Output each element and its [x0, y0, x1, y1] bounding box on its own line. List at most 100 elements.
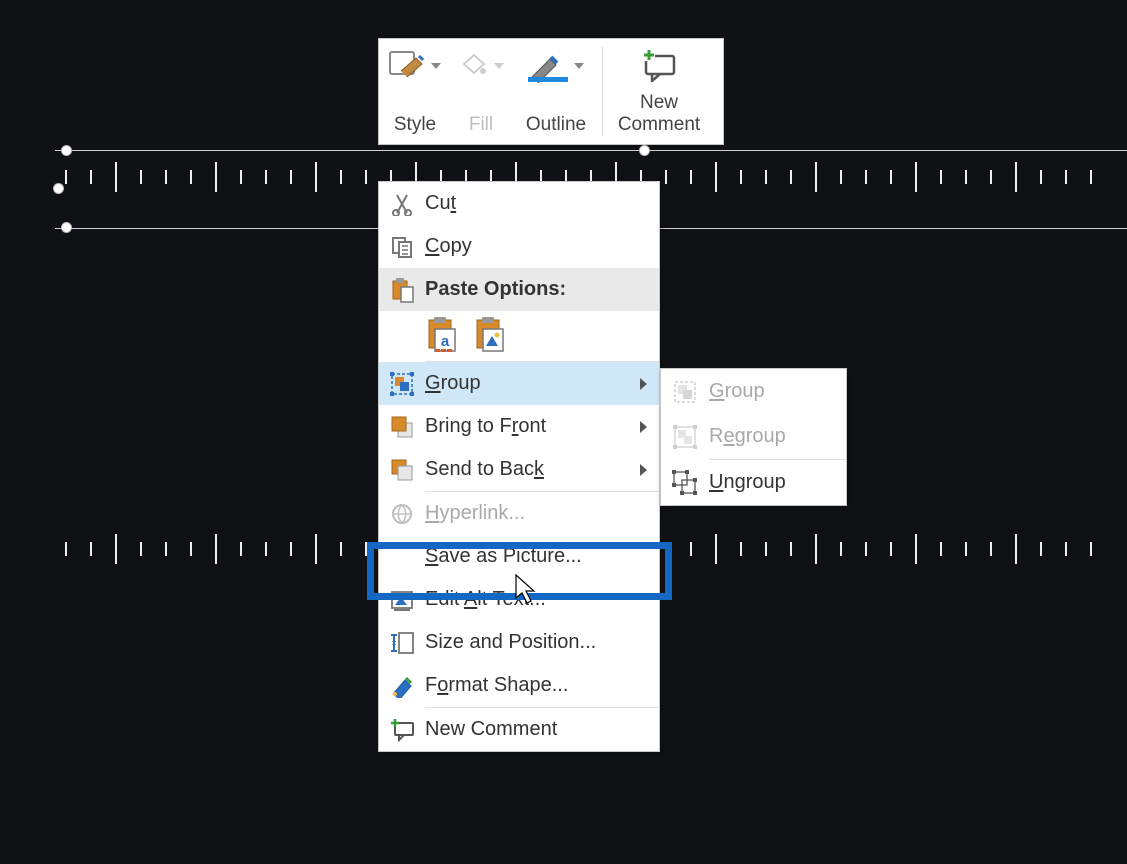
menu-item-format-shape[interactable]: Format Shape...: [379, 664, 659, 707]
ruler-tick: [140, 542, 142, 556]
ruler-tick: [115, 162, 117, 192]
ruler-tick: [915, 162, 917, 192]
context-menu: Cut Copy Paste Options: a: [378, 181, 660, 752]
size-position-icon: [379, 631, 425, 655]
menu-label: Send to Back: [425, 458, 659, 481]
ruler-tick: [865, 542, 867, 556]
outline-icon: [528, 49, 568, 83]
ruler-tick: [340, 170, 342, 184]
fill-icon: [458, 49, 488, 83]
menu-label: Group: [425, 372, 659, 395]
ruler-tick: [915, 534, 917, 564]
ruler-tick: [315, 534, 317, 564]
menu-label: New Comment: [425, 718, 659, 741]
submenu-arrow-icon: [640, 378, 647, 390]
ruler-tick: [190, 170, 192, 184]
ruler-tick: [815, 534, 817, 564]
outline-button[interactable]: Outline: [511, 39, 601, 144]
paste-picture-button[interactable]: [473, 316, 509, 356]
ruler-tick: [65, 542, 67, 556]
ruler-tick: [265, 170, 267, 184]
style-button[interactable]: Style: [379, 39, 451, 144]
submenu-item-ungroup[interactable]: Ungroup: [661, 460, 846, 505]
paste-icon: [379, 277, 425, 303]
ruler-tick: [240, 542, 242, 556]
paste-option-row: a: [379, 311, 659, 361]
ruler-tick: [115, 534, 117, 564]
submenu-label: Regroup: [709, 425, 846, 448]
selection-handle[interactable]: [53, 183, 64, 194]
dropdown-arrow-icon: [494, 63, 504, 69]
ruler-tick: [1065, 170, 1067, 184]
ruler-tick: [140, 170, 142, 184]
ruler-tick: [190, 542, 192, 556]
ruler-tick: [940, 542, 942, 556]
menu-item-group[interactable]: Group: [379, 362, 659, 405]
new-comment-button[interactable]: New Comment: [604, 39, 714, 144]
fill-label: Fill: [469, 114, 493, 136]
cut-icon: [379, 192, 425, 216]
bring-to-front-icon: [379, 415, 425, 439]
menu-label: Save as Picture...: [425, 545, 659, 568]
ruler-tick: [815, 162, 817, 192]
ruler-tick: [1015, 162, 1017, 192]
menu-item-send-to-back[interactable]: Send to Back: [379, 448, 659, 491]
group-submenu: Group Regroup Ungroup: [660, 368, 847, 506]
submenu-arrow-icon: [640, 464, 647, 476]
ruler-tick: [1090, 170, 1092, 184]
svg-text:a: a: [441, 333, 450, 350]
ruler-tick: [290, 170, 292, 184]
submenu-arrow-icon: [640, 421, 647, 433]
dropdown-arrow-icon: [431, 63, 441, 69]
ruler-tick: [1015, 534, 1017, 564]
menu-label: Format Shape...: [425, 674, 659, 697]
paste-keep-source-button[interactable]: a: [425, 316, 461, 356]
selection-handle[interactable]: [61, 145, 72, 156]
ruler-tick: [765, 542, 767, 556]
copy-icon: [379, 235, 425, 259]
outline-label: Outline: [526, 114, 586, 136]
ruler-tick: [740, 542, 742, 556]
menu-item-save-as-picture[interactable]: Save as Picture...: [379, 535, 659, 578]
ruler-tick: [240, 170, 242, 184]
submenu-item-group: Group: [661, 369, 846, 414]
mini-toolbar: Style Fill Outline: [378, 38, 724, 145]
new-comment-icon: [639, 49, 679, 83]
selection-handle[interactable]: [61, 222, 72, 233]
menu-label: Edit Alt Text...: [425, 588, 659, 611]
ruler-tick: [790, 170, 792, 184]
ruler-tick: [990, 542, 992, 556]
ruler-tick: [290, 542, 292, 556]
menu-item-size-and-position[interactable]: Size and Position...: [379, 621, 659, 664]
menu-label: Cut: [425, 192, 659, 215]
ruler-tick: [940, 170, 942, 184]
ruler-tick: [90, 542, 92, 556]
ruler-tick: [165, 170, 167, 184]
ruler-tick: [215, 534, 217, 564]
selection-handle[interactable]: [639, 145, 650, 156]
fill-button[interactable]: Fill: [451, 39, 511, 144]
group-icon: [379, 372, 425, 396]
submenu-label: Ungroup: [709, 471, 846, 494]
ruler-tick: [1040, 170, 1042, 184]
dropdown-arrow-icon: [574, 63, 584, 69]
ruler-tick: [365, 542, 367, 556]
ruler-tick: [965, 542, 967, 556]
ruler-tick: [665, 542, 667, 556]
ruler-tick: [990, 170, 992, 184]
menu-item-edit-alt-text[interactable]: Edit Alt Text...: [379, 578, 659, 621]
menu-header-paste-options: Paste Options:: [379, 268, 659, 311]
menu-item-copy[interactable]: Copy: [379, 225, 659, 268]
menu-item-cut[interactable]: Cut: [379, 182, 659, 225]
ruler-line: [55, 150, 1127, 151]
new-comment-label: New Comment: [618, 92, 700, 136]
format-shape-icon: [379, 674, 425, 698]
submenu-item-regroup: Regroup: [661, 414, 846, 459]
menu-item-bring-to-front[interactable]: Bring to Front: [379, 405, 659, 448]
menu-item-new-comment[interactable]: New Comment: [379, 708, 659, 751]
ruler-tick: [1065, 542, 1067, 556]
send-to-back-icon: [379, 458, 425, 482]
menu-item-hyperlink: Hyperlink...: [379, 492, 659, 535]
toolbar-separator: [602, 47, 603, 136]
ruler-tick: [740, 170, 742, 184]
